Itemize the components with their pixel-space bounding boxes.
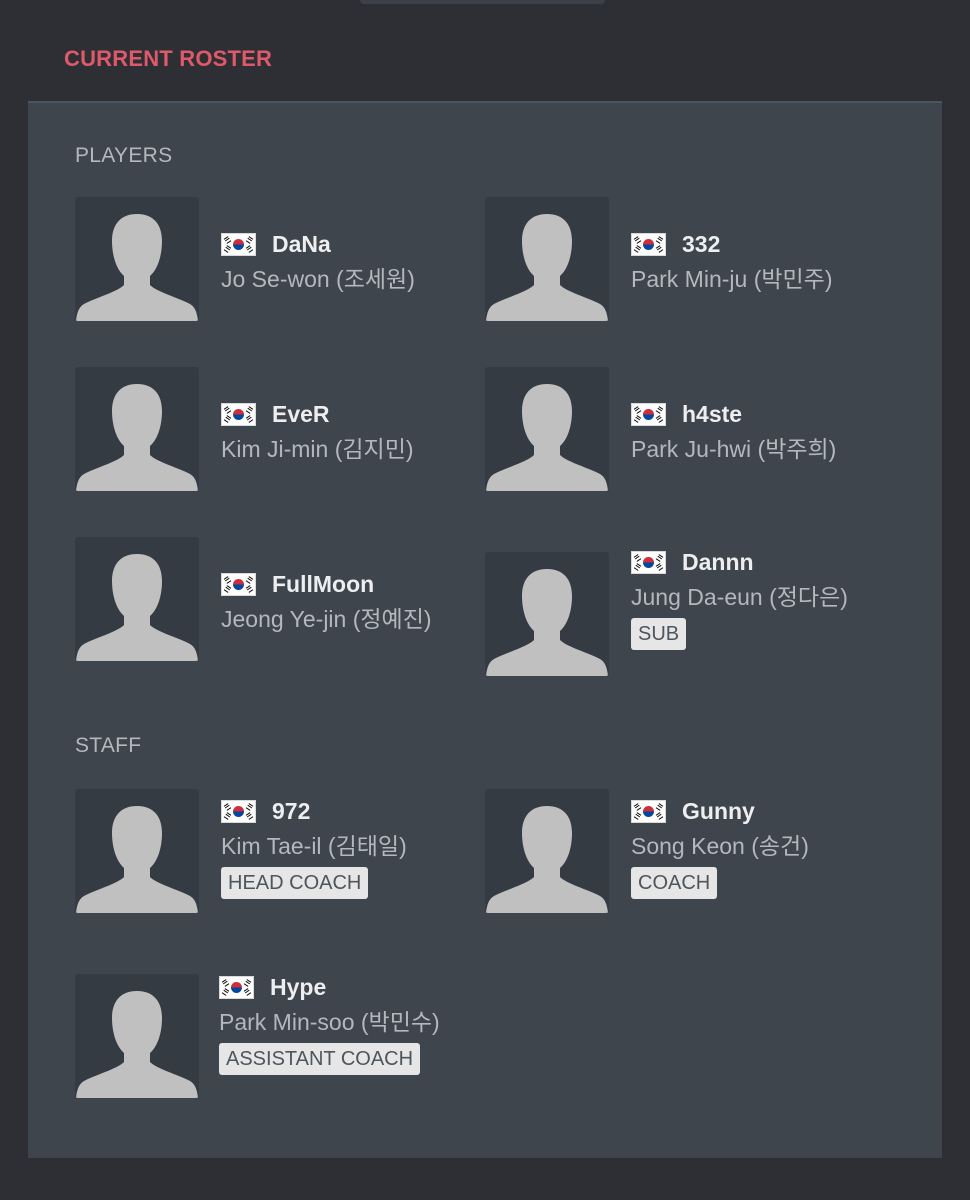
player-card[interactable]: FullMoon Jeong Ye-jin (정예진) bbox=[75, 537, 465, 662]
staff-heading: STAFF bbox=[75, 734, 142, 757]
south-korea-flag-icon bbox=[221, 572, 256, 596]
south-korea-flag-icon bbox=[221, 232, 256, 256]
role-badge: COACH bbox=[631, 867, 718, 899]
player-nickname[interactable]: FullMoon bbox=[272, 571, 374, 598]
player-realname: Park Min-ju (박민주) bbox=[631, 266, 833, 292]
player-nickname[interactable]: Dannn bbox=[682, 549, 754, 576]
staff-realname: Song Keon (송건) bbox=[631, 833, 809, 859]
player-card[interactable]: Dannn Jung Da-eun (정다은) SUB bbox=[485, 537, 875, 687]
player-realname: Jung Da-eun (정다은) bbox=[631, 584, 848, 610]
avatar-placeholder-icon bbox=[485, 789, 609, 913]
player-realname: Kim Ji-min (김지민) bbox=[221, 436, 414, 462]
player-realname: Jeong Ye-jin (정예진) bbox=[221, 606, 432, 632]
south-korea-flag-icon bbox=[631, 402, 666, 426]
staff-card[interactable]: Hype Park Min-soo (박민수) ASSISTANT COACH bbox=[75, 974, 465, 1114]
south-korea-flag-icon bbox=[221, 799, 256, 823]
player-nickname[interactable]: EveR bbox=[272, 401, 330, 428]
avatar-placeholder-icon bbox=[485, 367, 609, 491]
top-tab-edge bbox=[360, 0, 605, 4]
staff-nickname[interactable]: 972 bbox=[272, 798, 310, 825]
player-nickname[interactable]: 332 bbox=[682, 231, 720, 258]
player-nickname[interactable]: DaNa bbox=[272, 231, 331, 258]
staff-realname: Park Min-soo (박민수) bbox=[219, 1009, 440, 1035]
avatar-placeholder-icon bbox=[75, 197, 199, 321]
avatar-placeholder-icon bbox=[485, 197, 609, 321]
avatar-placeholder-icon bbox=[75, 974, 199, 1098]
player-nickname[interactable]: h4ste bbox=[682, 401, 742, 428]
staff-card[interactable]: Gunny Song Keon (송건) COACH bbox=[485, 789, 875, 914]
south-korea-flag-icon bbox=[221, 402, 256, 426]
south-korea-flag-icon bbox=[631, 799, 666, 823]
south-korea-flag-icon bbox=[631, 550, 666, 574]
role-badge: HEAD COACH bbox=[221, 867, 369, 899]
avatar-placeholder-icon bbox=[75, 367, 199, 491]
role-badge: ASSISTANT COACH bbox=[219, 1043, 421, 1075]
player-card[interactable]: 332 Park Min-ju (박민주) bbox=[485, 197, 875, 322]
role-badge: SUB bbox=[631, 618, 687, 650]
player-card[interactable]: DaNa Jo Se-won (조세원) bbox=[75, 197, 465, 322]
staff-nickname[interactable]: Hype bbox=[270, 974, 326, 1001]
south-korea-flag-icon bbox=[219, 975, 254, 999]
avatar-placeholder-icon bbox=[75, 789, 199, 913]
staff-nickname[interactable]: Gunny bbox=[682, 798, 755, 825]
section-title: CURRENT ROSTER bbox=[64, 46, 273, 71]
south-korea-flag-icon bbox=[631, 232, 666, 256]
staff-card[interactable]: 972 Kim Tae-il (김태일) HEAD COACH bbox=[75, 789, 465, 914]
player-card[interactable]: EveR Kim Ji-min (김지민) bbox=[75, 367, 465, 492]
player-realname: Jo Se-won (조세원) bbox=[221, 266, 415, 292]
staff-realname: Kim Tae-il (김태일) bbox=[221, 833, 407, 859]
player-card[interactable]: h4ste Park Ju-hwi (박주희) bbox=[485, 367, 875, 492]
avatar-placeholder-icon bbox=[485, 552, 609, 676]
avatar-placeholder-icon bbox=[75, 537, 199, 661]
player-realname: Park Ju-hwi (박주희) bbox=[631, 436, 837, 462]
players-heading: PLAYERS bbox=[75, 144, 173, 167]
roster-panel: PLAYERS DaNa Jo Se-won (조세원) 332 Park Mi… bbox=[28, 101, 942, 1158]
